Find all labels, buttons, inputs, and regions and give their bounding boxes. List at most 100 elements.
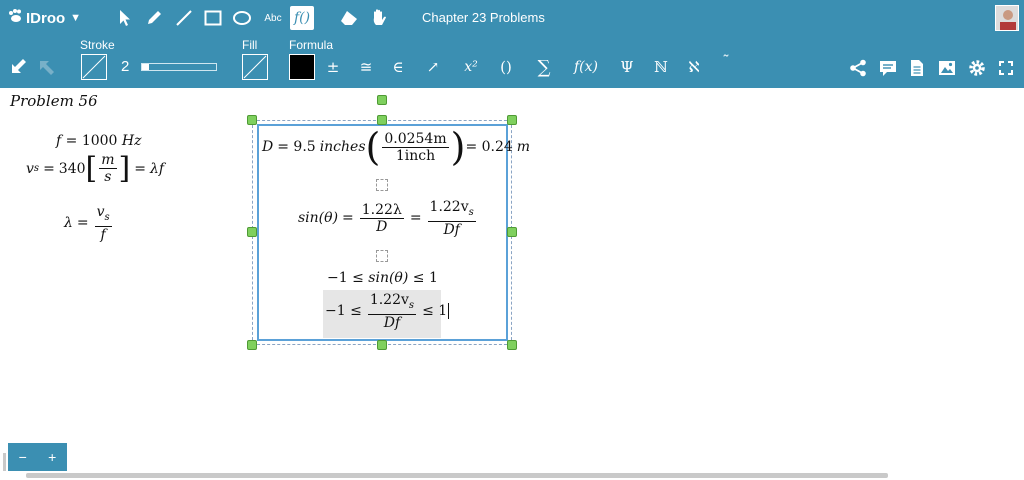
ellipse-tool[interactable]	[230, 6, 254, 30]
resize-handle-top[interactable]	[377, 115, 387, 125]
inches-word: inches	[319, 139, 366, 155]
resize-handle-bottom-right[interactable]	[507, 340, 517, 350]
equation-frequency[interactable]: f = 1000 Hz	[56, 133, 142, 149]
parentheses-button[interactable]: ()	[495, 56, 517, 78]
fraction-denominator: D	[376, 218, 388, 235]
rectangle-icon	[204, 10, 222, 26]
sin-theta: sin(θ)	[368, 270, 409, 286]
stroke-label: Stroke	[80, 38, 115, 52]
user-avatar[interactable]	[995, 5, 1019, 31]
share-icon	[850, 59, 866, 77]
no-fill-icon	[243, 55, 267, 79]
formula-line-bounds[interactable]: −1 ≤ sin(θ) ≤ 1	[327, 270, 438, 286]
rectangle-tool[interactable]	[201, 6, 225, 30]
equals-sign: =	[76, 215, 89, 232]
settings-button[interactable]	[967, 58, 987, 78]
superscript-button[interactable]: x²	[460, 56, 482, 78]
problem-title[interactable]: Problem 56	[10, 92, 98, 110]
fill-color-button[interactable]	[242, 54, 268, 80]
zoom-out-button[interactable]: −	[19, 449, 27, 465]
v-symbol: v	[96, 204, 105, 220]
fullscreen-button[interactable]	[996, 58, 1016, 78]
unit-fraction: m s	[99, 152, 117, 185]
result-unit: m	[516, 139, 531, 155]
resize-handle-left[interactable]	[247, 227, 257, 237]
symbol-plusminus-button[interactable]: ±	[324, 56, 342, 78]
fraction-numerator: vs	[94, 204, 112, 227]
d-symbol: D	[262, 139, 274, 155]
symbol-element-of-button[interactable]: ∈	[389, 56, 407, 78]
share-button[interactable]	[848, 58, 868, 78]
empty-placeholder[interactable]	[376, 179, 388, 191]
formula-color-button[interactable]	[289, 54, 315, 80]
fullscreen-icon	[999, 61, 1013, 75]
resize-handle-top-right[interactable]	[507, 115, 517, 125]
undo-button[interactable]	[9, 58, 27, 81]
logo-menu[interactable]: IDroo ▼	[8, 9, 81, 27]
right-bound: ≤ 1	[412, 270, 438, 286]
zoom-in-button[interactable]: +	[48, 449, 56, 465]
empty-placeholder[interactable]	[376, 250, 388, 262]
text-caret	[448, 303, 450, 320]
line-icon	[176, 10, 192, 26]
fraction-denominator: Df	[443, 221, 460, 238]
equation-wavelength[interactable]: λ = vs f	[64, 204, 114, 243]
paw-icon	[8, 9, 24, 27]
sin-theta: sin(θ)	[298, 210, 339, 227]
greek-letters-button[interactable]: Ψ	[618, 56, 636, 78]
symbol-arrow-button[interactable]: ↗	[423, 56, 443, 78]
f-symbol: f	[56, 133, 62, 149]
eraser-icon	[341, 11, 357, 25]
vertical-scrollbar[interactable]	[3, 453, 6, 471]
formula-tool[interactable]: f()	[290, 6, 314, 30]
document-icon	[911, 60, 923, 76]
left-bound: −1 ≤	[327, 270, 364, 286]
line-tool[interactable]	[172, 6, 196, 30]
horizontal-scrollbar[interactable]	[26, 473, 888, 478]
fill-label: Fill	[242, 38, 258, 52]
chat-button[interactable]	[878, 58, 898, 78]
right-paren: )	[450, 125, 466, 169]
app-root: IDroo ▼ Abc f() Chapter 23 Problems Stro…	[0, 0, 1024, 480]
document-title[interactable]: Chapter 23 Problems	[422, 10, 545, 25]
redo-button[interactable]	[37, 58, 55, 81]
formula-line-inequality[interactable]: −1 ≤ 1.22vs Df ≤ 1	[325, 292, 450, 331]
image-button[interactable]	[937, 58, 957, 78]
formula-line-sine[interactable]: sin(θ) = 1.22λ D = 1.22vs Df	[298, 199, 478, 238]
ellipse-icon	[233, 11, 251, 25]
rotate-handle[interactable]	[377, 95, 387, 105]
hebrew-letters-button[interactable]: ℵ	[684, 56, 704, 78]
resize-handle-bottom[interactable]	[377, 340, 387, 350]
resize-handle-bottom-left[interactable]	[247, 340, 257, 350]
resize-handle-top-left[interactable]	[247, 115, 257, 125]
gear-icon	[969, 60, 985, 76]
speed-value: 340	[58, 160, 86, 177]
avatar-icon	[996, 6, 1018, 30]
pan-tool[interactable]	[367, 6, 391, 30]
resize-handle-right[interactable]	[507, 227, 517, 237]
stroke-color-button[interactable]	[81, 54, 107, 80]
equals-value: = 9.5	[277, 139, 316, 155]
numerator-text: 1.22v	[429, 199, 469, 215]
pencil-tool[interactable]	[142, 6, 166, 30]
select-tool[interactable]	[113, 6, 137, 30]
formula-line-diameter[interactable]: D = 9.5 inches ( 0.0254m 1inch ) = 0.24 …	[262, 128, 530, 166]
slider-fill	[142, 64, 150, 70]
text-tool[interactable]: Abc	[261, 6, 285, 30]
fraction-numerator: 1.22λ	[359, 201, 404, 219]
symbol-congruent-button[interactable]: ≅	[356, 56, 376, 78]
document-button[interactable]	[907, 58, 927, 78]
summation-button[interactable]: ∑	[534, 56, 554, 78]
fraction-denominator: Df	[383, 314, 401, 331]
number-sets-button[interactable]: ℕ	[651, 56, 671, 78]
pencil-icon	[148, 11, 161, 24]
eraser-tool[interactable]	[337, 6, 361, 30]
no-color-icon	[82, 55, 106, 79]
function-button[interactable]: f(x)	[569, 56, 603, 78]
conversion-numerator: 0.0254m	[382, 130, 449, 148]
frequency-value: 1000	[81, 133, 118, 149]
s-subscript: s	[408, 299, 415, 311]
equation-speed[interactable]: vs = 340 [ m s ] = λf	[26, 152, 164, 185]
accents-button[interactable]: ˜	[717, 50, 735, 72]
stroke-width-slider[interactable]	[141, 63, 217, 71]
